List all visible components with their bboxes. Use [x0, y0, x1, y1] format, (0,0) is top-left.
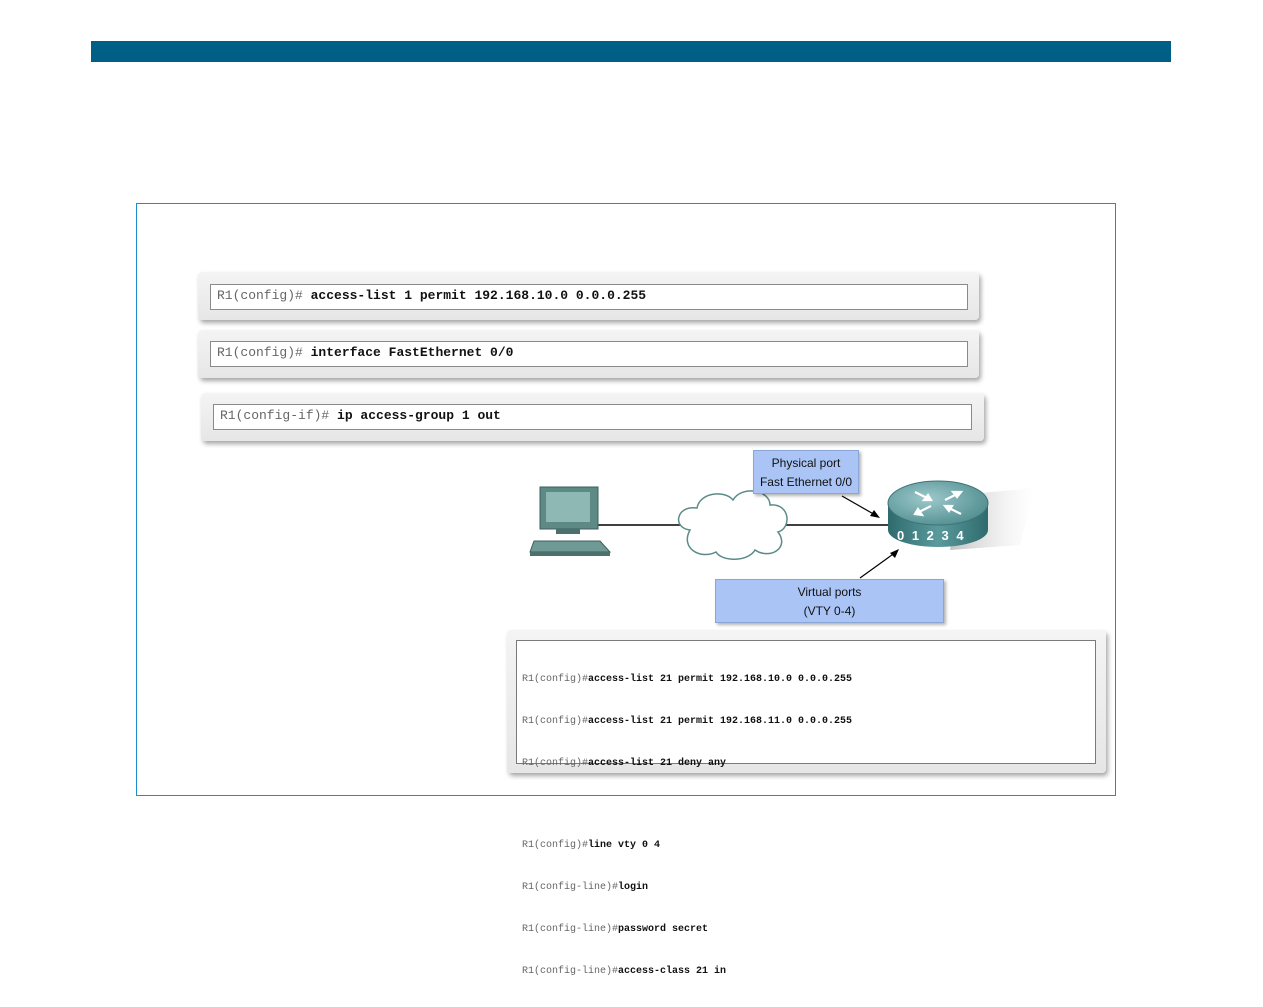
- code-line: R1(config)#access-list 21 permit 192.168…: [522, 673, 1095, 687]
- virtual-ports-label: Virtual ports: [797, 585, 862, 599]
- vty-config-panel: R1(config)#access-list 21 permit 192.168…: [507, 630, 1106, 977]
- physical-port-interface: Fast Ethernet 0/0: [759, 475, 853, 489]
- code-prompt: R1(config)#: [522, 840, 589, 851]
- physical-port-callout: Physical port Fast Ethernet 0/0: [753, 450, 859, 494]
- computer-icon: [529, 486, 612, 556]
- code-prompt: R1(config)#: [522, 716, 589, 727]
- code-line: R1(config-line)#password secret: [522, 923, 1095, 937]
- cloud-icon: [678, 490, 788, 560]
- code-command: line vty 0 4: [588, 840, 661, 851]
- virtual-ports-range: (VTY 0-4): [803, 604, 856, 618]
- code-prompt: R1(config)#: [522, 674, 589, 685]
- arrow-physical-port: [841, 495, 878, 517]
- physical-port-label: Physical port: [771, 456, 841, 470]
- code-command: password secret: [618, 924, 709, 935]
- code-command: access-list 21 deny any: [588, 758, 727, 769]
- vty-config-box: R1(config)#access-list 21 permit 192.168…: [516, 640, 1096, 977]
- arrowhead-icon: [890, 549, 899, 558]
- code-gap: [522, 799, 1095, 811]
- code-command: access-list 21 permit 192.168.11.0 0.0.0…: [588, 716, 853, 727]
- code-line: R1(config)#access-list 21 permit 192.168…: [522, 715, 1095, 729]
- code-prompt: R1(config-line)#: [522, 924, 619, 935]
- code-command: access-list 21 permit 192.168.10.0 0.0.0…: [588, 674, 853, 685]
- code-prompt: R1(config-line)#: [522, 966, 619, 977]
- code-line: R1(config)#line vty 0 4: [522, 839, 1095, 853]
- code-prompt: R1(config-line)#: [522, 882, 619, 893]
- arrowhead-icon: [870, 510, 880, 518]
- code-command: access-class 21 in: [618, 966, 727, 977]
- router-port-numbers: 0 1 2 3 4: [897, 528, 966, 543]
- arrow-virtual-ports: [859, 551, 897, 579]
- code-line: R1(config-line)#access-class 21 in: [522, 965, 1095, 979]
- code-line: R1(config)#access-list 21 deny any: [522, 757, 1095, 771]
- code-command: login: [618, 882, 649, 893]
- code-prompt: R1(config)#: [522, 758, 589, 769]
- virtual-ports-callout: Virtual ports (VTY 0-4): [715, 579, 944, 623]
